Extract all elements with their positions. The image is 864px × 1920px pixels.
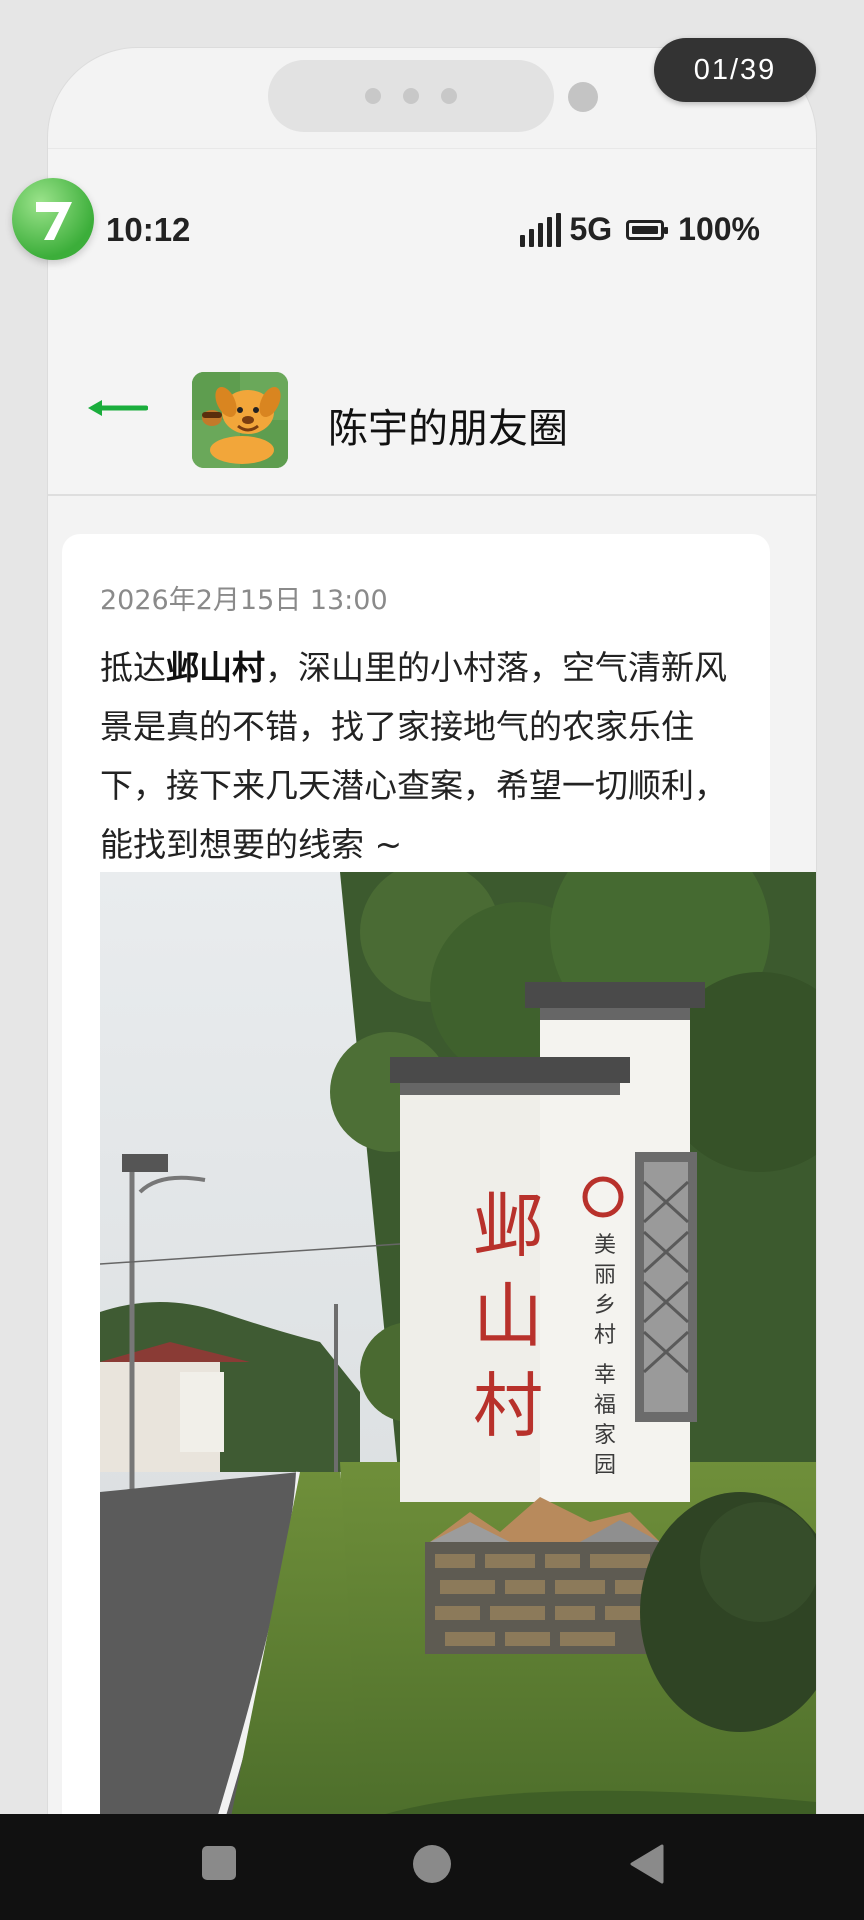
status-bar: 10:12 5G 100% <box>48 148 816 268</box>
battery-percent: 100% <box>678 211 760 247</box>
slogan-char: 丽 <box>594 1263 616 1288</box>
post-text-village: 邺山村 <box>166 648 265 687</box>
slogan-char: 幸 <box>594 1363 616 1388</box>
system-nav-bar <box>0 1814 864 1920</box>
status-time: 10:12 <box>106 211 191 248</box>
sensor-dot <box>441 88 457 104</box>
page-title: 陈宇的朋友圈 <box>328 406 568 452</box>
slogan-char: 乡 <box>594 1293 616 1318</box>
back-icon[interactable] <box>628 1844 666 1884</box>
page-counter: 01/39 <box>654 38 816 102</box>
recent-apps-icon[interactable] <box>200 1844 238 1882</box>
battery-icon <box>626 219 669 240</box>
network-type: 5G <box>569 211 613 247</box>
page-counter-current: 01 <box>693 53 730 86</box>
page-counter-separator: / <box>729 53 741 86</box>
dynamic-island <box>268 60 554 132</box>
page-header: 陈宇的朋友圈 <box>48 268 816 496</box>
home-icon[interactable] <box>412 1844 452 1884</box>
seven-logo-icon <box>36 202 72 240</box>
sign-char: 村 <box>473 1365 543 1447</box>
slogan-char: 福 <box>594 1393 616 1418</box>
post-text: 抵达邺山村，深山里的小村落，空气清新风景是真的不错，找了家接地气的农家乐住下，接… <box>100 638 730 874</box>
avatar[interactable] <box>192 372 288 468</box>
status-indicators: 5G 100% <box>520 211 760 248</box>
sign-char: 山 <box>473 1275 543 1357</box>
sensor-dot <box>403 88 419 104</box>
camera-icon <box>568 82 598 112</box>
village-sign-photo: 邺 山 村 美 丽 乡 村 幸 福 家 园 <box>100 872 816 1822</box>
signal-icon <box>520 212 562 247</box>
slogan-char: 园 <box>594 1453 616 1478</box>
slogan-char: 家 <box>594 1423 616 1448</box>
slogan-char: 美 <box>594 1233 616 1258</box>
post-date: 2026年2月15日 13:00 <box>100 585 388 616</box>
dog-avatar-icon <box>192 372 288 468</box>
slogan-char: 村 <box>594 1323 616 1348</box>
back-arrow-icon[interactable] <box>88 398 148 418</box>
post-photo[interactable]: 邺 山 村 美 丽 乡 村 幸 福 家 园 <box>100 872 816 1822</box>
page-counter-total: 39 <box>740 53 777 86</box>
floating-app-icon[interactable] <box>12 178 94 260</box>
post-text-start: 抵达 <box>100 648 166 687</box>
sign-char: 邺 <box>473 1185 543 1267</box>
sensor-dot <box>365 88 381 104</box>
